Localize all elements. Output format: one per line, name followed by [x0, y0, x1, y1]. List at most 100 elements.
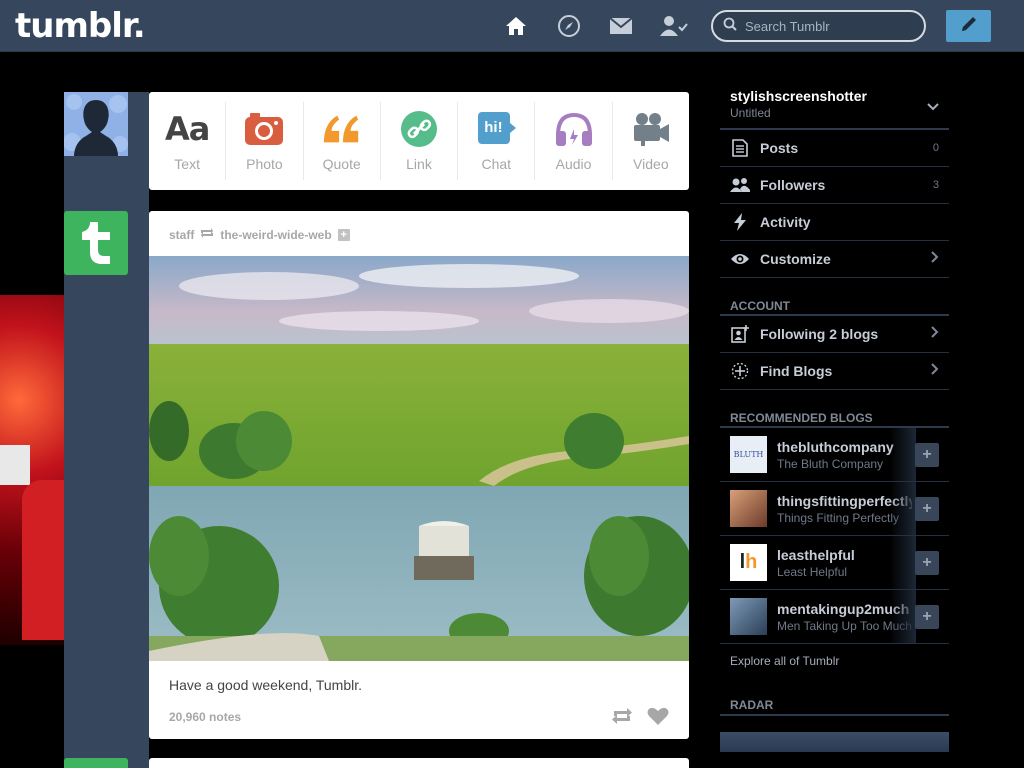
search-icon [723, 17, 737, 36]
name-fade [890, 428, 916, 481]
background-detail [22, 480, 64, 640]
blog-header[interactable]: stylishscreenshotter Untitled [720, 80, 949, 130]
like-heart-button[interactable] [647, 706, 669, 731]
find-blogs-icon [730, 361, 750, 381]
search-input[interactable] [745, 18, 905, 34]
sidebar-item-find-blogs[interactable]: Find Blogs [720, 353, 949, 390]
recommended-blogs-heading: RECOMMENDED BLOGS [720, 390, 949, 428]
reblog-icon [200, 227, 214, 242]
blog-avatar [730, 598, 767, 635]
name-fade [890, 590, 916, 643]
blog-avatar [730, 490, 767, 527]
post-type-label: Link [406, 156, 432, 172]
text-icon: Aa [164, 110, 210, 148]
reblogged-from-link[interactable]: the-weird-wide-web [220, 228, 331, 242]
post-type-quote[interactable]: Quote [304, 102, 381, 180]
right-sidebar: stylishscreenshotter Untitled Posts 0 Fo… [720, 80, 949, 752]
link-icon [399, 110, 439, 148]
chevron-right-icon [931, 250, 939, 268]
post-photo[interactable] [149, 256, 689, 661]
post-type-label: Text [174, 156, 200, 172]
sidebar-item-label: Following 2 blogs [760, 326, 879, 342]
post-type-label: Photo [246, 156, 283, 172]
followers-count: 3 [932, 179, 939, 191]
headphones-icon [554, 110, 594, 148]
post-notes-count[interactable]: 20,960 notes [169, 710, 241, 724]
post-type-label: Video [633, 156, 669, 172]
follow-plus-button[interactable]: + [915, 551, 939, 575]
radar-image[interactable] [720, 732, 949, 752]
dashboard-post: staff the-weird-wide-web + Have a good w… [149, 211, 689, 739]
home-icon[interactable] [502, 12, 530, 40]
sidebar-item-label: Customize [760, 251, 831, 267]
post-header: staff the-weird-wide-web + [169, 227, 350, 242]
dashboard-rail [64, 92, 149, 768]
recommended-blog-item[interactable]: lh leasthelpful Least Helpful + [720, 536, 949, 590]
text-glyph: Aa [164, 110, 210, 148]
compose-post-button[interactable] [946, 10, 991, 42]
chevron-right-icon [931, 325, 939, 343]
posts-count: 0 [932, 142, 939, 154]
eye-icon [730, 249, 750, 269]
post-type-composer: Aa Text Photo Quote Link hi! Chat Audio [149, 92, 689, 190]
staff-avatar[interactable] [64, 211, 128, 275]
sidebar-item-label: Activity [760, 214, 811, 230]
blog-name: stylishscreenshotter [730, 88, 867, 104]
quote-icon [322, 110, 362, 148]
blog-avatar: BLUTH [730, 436, 767, 473]
explore-compass-icon[interactable] [555, 12, 583, 40]
inbox-mail-icon[interactable] [607, 12, 635, 40]
account-person-icon[interactable] [660, 12, 688, 40]
follow-plus-icon[interactable]: + [337, 228, 350, 241]
follow-plus-button[interactable]: + [915, 605, 939, 629]
post-actions [611, 706, 669, 731]
next-post [149, 758, 689, 768]
sidebar-item-followers[interactable]: Followers 3 [720, 167, 949, 204]
blog-title: Untitled [730, 106, 771, 120]
sidebar-item-customize[interactable]: Customize [720, 241, 949, 278]
lightning-icon [730, 212, 750, 232]
name-fade [890, 536, 916, 589]
document-icon [730, 138, 750, 158]
post-type-audio[interactable]: Audio [535, 102, 613, 180]
post-type-chat[interactable]: hi! Chat [458, 102, 536, 180]
camera-icon [244, 110, 284, 148]
sidebar-item-posts[interactable]: Posts 0 [720, 130, 949, 167]
explore-all-link[interactable]: Explore all of Tumblr [720, 644, 949, 676]
follow-plus-button[interactable]: + [915, 497, 939, 521]
post-type-video[interactable]: Video [613, 102, 689, 180]
reblog-button[interactable] [611, 706, 633, 731]
post-type-photo[interactable]: Photo [226, 102, 304, 180]
sidebar-item-label: Posts [760, 140, 799, 156]
post-type-label: Chat [481, 156, 512, 172]
people-icon [730, 175, 750, 195]
chevron-down-icon[interactable] [927, 98, 939, 116]
radar-heading: RADAR [720, 676, 949, 716]
recommended-blog-item[interactable]: BLUTH thebluthcompany The Bluth Company … [720, 428, 949, 482]
recommended-blog-item[interactable]: mentakingup2much Men Taking Up Too Much … [720, 590, 949, 644]
follow-plus-button[interactable]: + [915, 443, 939, 467]
sidebar-item-following[interactable]: Following 2 blogs [720, 316, 949, 353]
search-box[interactable] [711, 10, 926, 42]
chat-glyph: hi! [484, 119, 503, 136]
sidebar-item-activity[interactable]: Activity [720, 204, 949, 241]
pencil-icon [959, 14, 979, 39]
post-caption: Have a good weekend, Tumblr. [169, 677, 363, 693]
post-type-link[interactable]: Link [381, 102, 459, 180]
top-navigation-bar: tumblr. [0, 0, 1024, 52]
background-detail [0, 445, 30, 485]
chat-icon: hi! [476, 110, 517, 148]
account-heading: ACCOUNT [720, 278, 949, 316]
my-avatar[interactable] [64, 92, 128, 156]
tumblr-logo[interactable]: tumblr. [15, 6, 146, 46]
next-post-avatar[interactable] [64, 758, 128, 768]
recommended-blog-item[interactable]: thingsfittingperfectly Things Fitting Pe… [720, 482, 949, 536]
background-image [0, 295, 64, 645]
sidebar-item-label: Followers [760, 177, 826, 193]
post-type-label: Audio [555, 156, 592, 172]
following-icon [730, 324, 750, 344]
post-type-text[interactable]: Aa Text [149, 102, 227, 180]
name-fade [890, 482, 916, 535]
post-author-link[interactable]: staff [169, 228, 194, 242]
sidebar-item-label: Find Blogs [760, 363, 833, 379]
